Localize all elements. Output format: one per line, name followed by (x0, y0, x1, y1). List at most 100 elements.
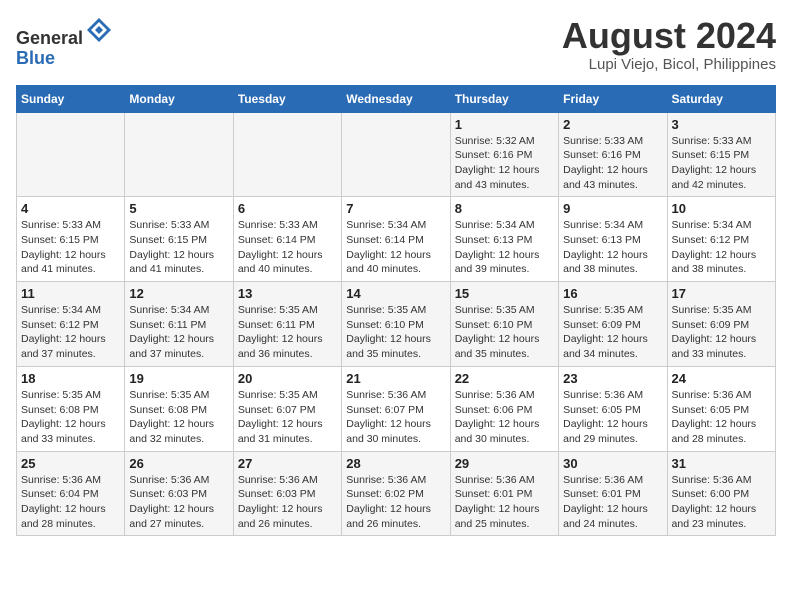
calendar-cell: 28 Sunrise: 5:36 AM Sunset: 6:02 PM Dayli… (342, 451, 450, 536)
day-number: 25 (21, 456, 120, 471)
calendar-cell: 25 Sunrise: 5:36 AM Sunset: 6:04 PM Dayli… (17, 451, 125, 536)
day-detail: Sunrise: 5:32 AM Sunset: 6:16 PM Dayligh… (455, 134, 554, 193)
day-detail: Sunrise: 5:33 AM Sunset: 6:16 PM Dayligh… (563, 134, 662, 193)
day-number: 8 (455, 201, 554, 216)
day-detail: Sunrise: 5:34 AM Sunset: 6:13 PM Dayligh… (563, 218, 662, 277)
day-detail: Sunrise: 5:34 AM Sunset: 6:13 PM Dayligh… (455, 218, 554, 277)
day-number: 13 (238, 286, 337, 301)
day-detail: Sunrise: 5:36 AM Sunset: 6:03 PM Dayligh… (238, 473, 337, 532)
calendar-cell: 31 Sunrise: 5:36 AM Sunset: 6:00 PM Dayli… (667, 451, 775, 536)
day-number: 10 (672, 201, 771, 216)
day-number: 19 (129, 371, 228, 386)
day-detail: Sunrise: 5:36 AM Sunset: 6:00 PM Dayligh… (672, 473, 771, 532)
day-number: 31 (672, 456, 771, 471)
day-detail: Sunrise: 5:36 AM Sunset: 6:01 PM Dayligh… (563, 473, 662, 532)
day-detail: Sunrise: 5:34 AM Sunset: 6:11 PM Dayligh… (129, 303, 228, 362)
day-detail: Sunrise: 5:35 AM Sunset: 6:10 PM Dayligh… (455, 303, 554, 362)
day-number: 27 (238, 456, 337, 471)
day-number: 18 (21, 371, 120, 386)
calendar-cell: 6 Sunrise: 5:33 AM Sunset: 6:14 PM Daylig… (233, 197, 341, 282)
day-number: 30 (563, 456, 662, 471)
header-cell-thursday: Thursday (450, 85, 558, 112)
calendar-week-3: 11Sunrise: 5:34 AM Sunset: 6:12 PM Dayli… (17, 282, 776, 367)
header-row: SundayMondayTuesdayWednesdayThursdayFrid… (17, 85, 776, 112)
day-number: 3 (672, 117, 771, 132)
day-number: 2 (563, 117, 662, 132)
calendar-cell (125, 112, 233, 197)
day-number: 28 (346, 456, 445, 471)
day-detail: Sunrise: 5:34 AM Sunset: 6:12 PM Dayligh… (21, 303, 120, 362)
logo-icon (85, 16, 113, 44)
logo-blue: Blue (16, 48, 55, 68)
header-cell-tuesday: Tuesday (233, 85, 341, 112)
day-detail: Sunrise: 5:35 AM Sunset: 6:08 PM Dayligh… (21, 388, 120, 447)
day-detail: Sunrise: 5:33 AM Sunset: 6:15 PM Dayligh… (672, 134, 771, 193)
day-number: 23 (563, 371, 662, 386)
day-detail: Sunrise: 5:36 AM Sunset: 6:02 PM Dayligh… (346, 473, 445, 532)
day-detail: Sunrise: 5:36 AM Sunset: 6:03 PM Dayligh… (129, 473, 228, 532)
day-number: 15 (455, 286, 554, 301)
day-detail: Sunrise: 5:33 AM Sunset: 6:14 PM Dayligh… (238, 218, 337, 277)
calendar-cell (233, 112, 341, 197)
calendar-cell: 5 Sunrise: 5:33 AM Sunset: 6:15 PM Daylig… (125, 197, 233, 282)
day-detail: Sunrise: 5:33 AM Sunset: 6:15 PM Dayligh… (129, 218, 228, 277)
calendar-cell: 7 Sunrise: 5:34 AM Sunset: 6:14 PM Daylig… (342, 197, 450, 282)
calendar-cell: 1 Sunrise: 5:32 AM Sunset: 6:16 PM Daylig… (450, 112, 558, 197)
calendar-cell: 9Sunrise: 5:34 AM Sunset: 6:13 PM Daylig… (559, 197, 667, 282)
day-detail: Sunrise: 5:34 AM Sunset: 6:12 PM Dayligh… (672, 218, 771, 277)
calendar-cell (342, 112, 450, 197)
calendar-cell: 16 Sunrise: 5:35 AM Sunset: 6:09 PM Dayli… (559, 282, 667, 367)
calendar-cell: 3 Sunrise: 5:33 AM Sunset: 6:15 PM Daylig… (667, 112, 775, 197)
calendar-cell: 17Sunrise: 5:35 AM Sunset: 6:09 PM Dayli… (667, 282, 775, 367)
title-area: August 2024 Lupi Viejo, Bicol, Philippin… (562, 16, 776, 73)
calendar-cell: 18 Sunrise: 5:35 AM Sunset: 6:08 PM Dayli… (17, 366, 125, 451)
header-cell-friday: Friday (559, 85, 667, 112)
day-detail: Sunrise: 5:35 AM Sunset: 6:09 PM Dayligh… (563, 303, 662, 362)
day-number: 24 (672, 371, 771, 386)
day-number: 7 (346, 201, 445, 216)
day-detail: Sunrise: 5:34 AM Sunset: 6:14 PM Dayligh… (346, 218, 445, 277)
day-number: 12 (129, 286, 228, 301)
logo-general: General (16, 28, 83, 48)
day-number: 6 (238, 201, 337, 216)
calendar-cell: 11Sunrise: 5:34 AM Sunset: 6:12 PM Dayli… (17, 282, 125, 367)
day-number: 4 (21, 201, 120, 216)
calendar-cell: 21 Sunrise: 5:36 AM Sunset: 6:07 PM Dayli… (342, 366, 450, 451)
calendar-week-4: 18 Sunrise: 5:35 AM Sunset: 6:08 PM Dayli… (17, 366, 776, 451)
calendar-cell: 20 Sunrise: 5:35 AM Sunset: 6:07 PM Dayli… (233, 366, 341, 451)
day-number: 21 (346, 371, 445, 386)
day-detail: Sunrise: 5:36 AM Sunset: 6:01 PM Dayligh… (455, 473, 554, 532)
day-number: 29 (455, 456, 554, 471)
day-detail: Sunrise: 5:36 AM Sunset: 6:06 PM Dayligh… (455, 388, 554, 447)
calendar-cell: 29 Sunrise: 5:36 AM Sunset: 6:01 PM Dayli… (450, 451, 558, 536)
location: Lupi Viejo, Bicol, Philippines (562, 56, 776, 73)
month-year: August 2024 (562, 16, 776, 56)
day-number: 14 (346, 286, 445, 301)
logo: General Blue (16, 16, 113, 69)
day-number: 20 (238, 371, 337, 386)
calendar-cell: 8 Sunrise: 5:34 AM Sunset: 6:13 PM Daylig… (450, 197, 558, 282)
header-cell-saturday: Saturday (667, 85, 775, 112)
calendar-cell: 23Sunrise: 5:36 AM Sunset: 6:05 PM Dayli… (559, 366, 667, 451)
calendar-cell: 26Sunrise: 5:36 AM Sunset: 6:03 PM Dayli… (125, 451, 233, 536)
calendar-cell: 14Sunrise: 5:35 AM Sunset: 6:10 PM Dayli… (342, 282, 450, 367)
day-detail: Sunrise: 5:35 AM Sunset: 6:08 PM Dayligh… (129, 388, 228, 447)
day-number: 16 (563, 286, 662, 301)
day-detail: Sunrise: 5:35 AM Sunset: 6:11 PM Dayligh… (238, 303, 337, 362)
calendar-week-5: 25 Sunrise: 5:36 AM Sunset: 6:04 PM Dayli… (17, 451, 776, 536)
calendar-cell: 30 Sunrise: 5:36 AM Sunset: 6:01 PM Dayli… (559, 451, 667, 536)
day-detail: Sunrise: 5:36 AM Sunset: 6:04 PM Dayligh… (21, 473, 120, 532)
day-detail: Sunrise: 5:35 AM Sunset: 6:07 PM Dayligh… (238, 388, 337, 447)
day-number: 1 (455, 117, 554, 132)
day-detail: Sunrise: 5:36 AM Sunset: 6:07 PM Dayligh… (346, 388, 445, 447)
day-number: 5 (129, 201, 228, 216)
header-cell-sunday: Sunday (17, 85, 125, 112)
header-cell-monday: Monday (125, 85, 233, 112)
calendar-week-2: 4 Sunrise: 5:33 AM Sunset: 6:15 PM Daylig… (17, 197, 776, 282)
calendar-cell: 27 Sunrise: 5:36 AM Sunset: 6:03 PM Dayli… (233, 451, 341, 536)
calendar-cell: 22Sunrise: 5:36 AM Sunset: 6:06 PM Dayli… (450, 366, 558, 451)
day-detail: Sunrise: 5:35 AM Sunset: 6:09 PM Dayligh… (672, 303, 771, 362)
page-header: General Blue August 2024 Lupi Viejo, Bic… (16, 16, 776, 73)
calendar-cell: 15 Sunrise: 5:35 AM Sunset: 6:10 PM Dayli… (450, 282, 558, 367)
calendar-cell: 2 Sunrise: 5:33 AM Sunset: 6:16 PM Daylig… (559, 112, 667, 197)
